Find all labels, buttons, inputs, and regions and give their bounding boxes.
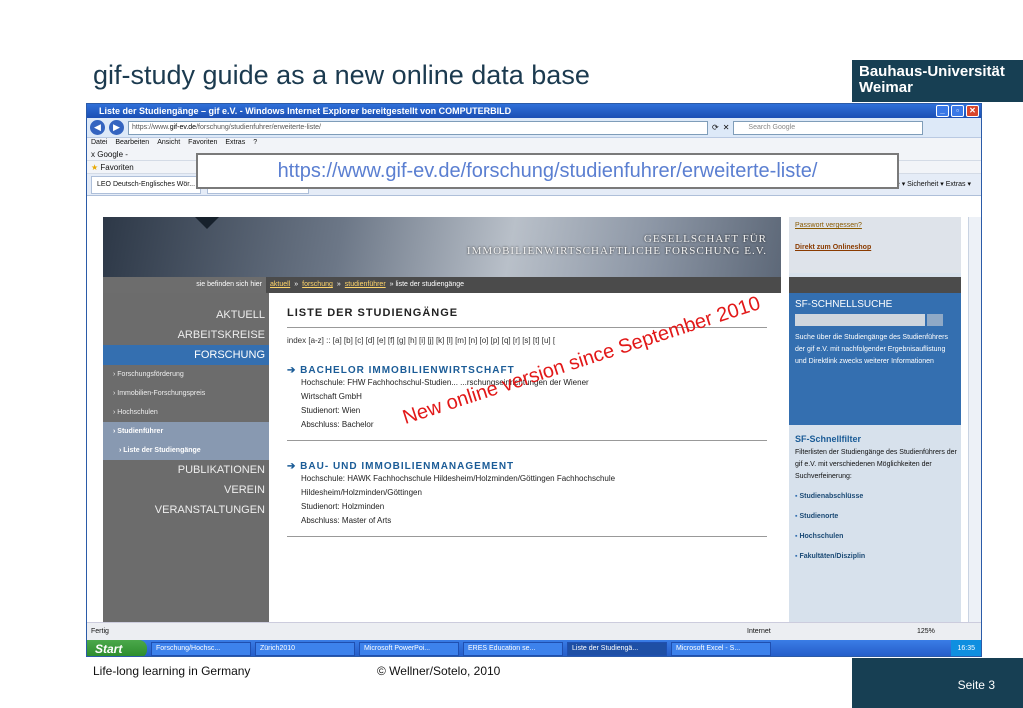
nav-sub-item[interactable]: › Hochschulen [103,403,269,422]
clock: 16:35 [951,640,981,656]
nav-veranstaltungen[interactable]: VERANSTALTUNGEN [103,500,269,520]
menu-extras[interactable]: Extras [225,139,245,146]
filter-link[interactable]: Studienabschlüsse [795,491,958,503]
footer-copyright: © Wellner/Sotelo, 2010 [377,664,501,678]
breadcrumb: sie befinden sich hier aktuell» forschung»… [103,277,781,293]
start-button[interactable]: Start [87,640,147,656]
quick-search-box: SF-SCHNELLSUCHE Suche über die Studiengä… [789,293,961,425]
taskbar-item[interactable]: Zürich2010 [255,642,355,656]
nav-sub-item[interactable]: › Forschungsförderung [103,365,269,384]
nav-sub-item[interactable]: › Immobilien-Forschungspreis [103,384,269,403]
arrow-right-icon[interactable] [927,314,943,326]
onlineshop-link[interactable]: Direkt zum Onlineshop [795,242,958,254]
address-field[interactable]: https://www.gif-ev.de/forschung/studienf… [128,120,708,135]
stop-icon[interactable]: ✕ [723,123,730,132]
main-content: LISTE DER STUDIENGÄNGE index [a-z] :: [a… [287,307,767,545]
right-sidebar: Passwort vergessen? Direkt zum Onlineshop… [789,217,961,622]
filter-link[interactable]: Fakultäten/Disziplin [795,551,958,563]
quick-search-input[interactable] [795,314,925,326]
nav-publikationen[interactable]: PUBLIKATIONEN [103,460,269,480]
maximize-icon[interactable]: ▫ [951,105,964,117]
quick-filter-box: SF-Schnellfilter Filterlisten der Studie… [789,425,961,571]
footer-left: Life-long learning in Germany [93,664,251,678]
search-input[interactable]: Search Google [733,120,924,135]
menu-favoriten[interactable]: Favoriten [188,139,217,146]
nav-sub-item-active[interactable]: › Liste der Studiengänge [103,441,269,460]
filter-link[interactable]: Hochschulen [795,531,958,543]
web-page: GESELLSCHAFT FÜR IMMOBILIENWIRTSCHAFTLICH… [103,217,961,622]
menu-ansicht[interactable]: Ansicht [157,139,180,146]
nav-aktuell[interactable]: AKTUELL [103,305,269,325]
site-banner: GESELLSCHAFT FÜR IMMOBILIENWIRTSCHAFTLICH… [103,217,781,277]
taskbar-item[interactable]: ERES Education se... [463,642,563,656]
window-titlebar: Liste der Studiengänge – gif e.V. - Wind… [87,104,981,118]
minimize-icon[interactable]: _ [936,105,949,117]
address-bar-row: ◀ ▶ https://www.gif-ev.de/forschung/stud… [87,118,981,138]
menu-bar: Datei Bearbeiten Ansicht Favoriten Extras? [87,138,981,148]
favorites-button[interactable]: Favoriten [100,163,133,172]
password-link[interactable]: Passwort vergessen? [795,220,958,232]
nav-verein[interactable]: VEREIN [103,480,269,500]
vertical-scrollbar[interactable] [968,217,981,622]
taskbar-item[interactable]: Microsoft Excel - S... [671,642,771,656]
menu-datei[interactable]: Datei [91,139,107,146]
left-navigation: AKTUELL ARBEITSKREISE FORSCHUNG › Forsch… [103,293,269,622]
back-icon[interactable]: ◀ [90,120,105,135]
nav-sub-item[interactable]: › Studienführer [103,422,269,441]
url-callout: https://www.gif-ev.de/forschung/studienf… [196,153,899,189]
menu-help[interactable]: ? [253,139,257,146]
status-bar: Fertig Internet 125% [87,622,981,640]
refresh-icon[interactable]: ⟳ [712,123,719,132]
alphabet-index[interactable]: index [a-z] :: [a] [b] [c] [d] [e] [f] [… [287,336,767,345]
nav-forschung[interactable]: FORSCHUNG [103,345,269,365]
program-title[interactable]: ➔ BAU- UND IMMOBILIENMANAGEMENT [287,461,767,472]
tab-leo[interactable]: LEO Deutsch-Englisches Wör... [91,176,202,194]
taskbar-item[interactable]: Forschung/Hochsc... [151,642,251,656]
university-logo: Bauhaus-Universität Weimar [852,60,1023,102]
crumb-studienfuehrer[interactable]: studienführer [345,281,386,288]
forward-icon[interactable]: ▶ [109,120,124,135]
internet-zone: Internet [747,628,771,635]
menu-bearbeiten[interactable]: Bearbeiten [115,139,149,146]
program-entry: ➔ BAU- UND IMMOBILIENMANAGEMENT Hochschu… [287,461,767,537]
taskbar-item-active[interactable]: Liste der Studiengä... [567,642,667,656]
star-icon: ★ [91,163,101,172]
nav-arbeitskreise[interactable]: ARBEITSKREISE [103,325,269,345]
taskbar-item[interactable]: Microsoft PowerPoi... [359,642,459,656]
windows-taskbar: Start Forschung/Hochsc... Zürich2010 Mic… [87,640,981,656]
close-icon[interactable]: ✕ [966,105,979,117]
slide-title: gif-study guide as a new online data bas… [93,60,590,90]
page-number-box: Seite 3 [852,658,1023,708]
zoom-level[interactable]: 125% [917,623,935,641]
filter-link[interactable]: Studienorte [795,511,958,523]
crumb-forschung[interactable]: forschung [302,281,333,288]
crumb-aktuell[interactable]: aktuell [270,281,290,288]
